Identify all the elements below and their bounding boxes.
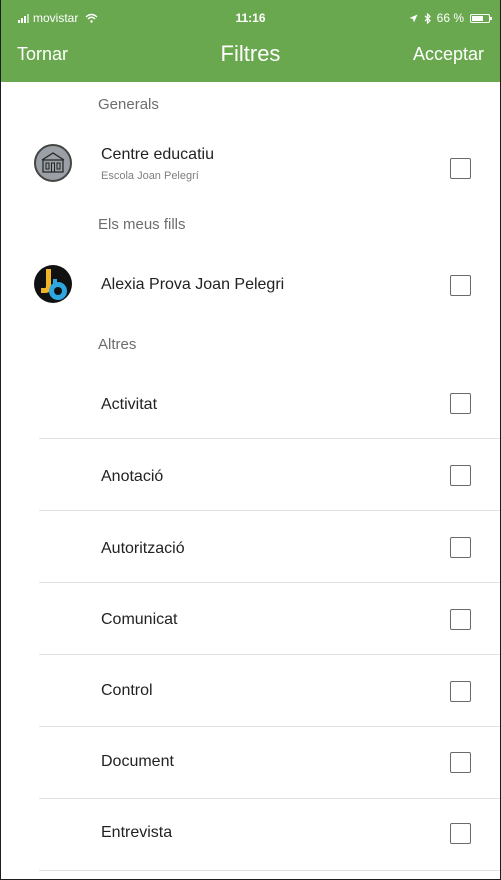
row-divider xyxy=(39,510,500,511)
school-subtitle: Escola Joan Pelegrí xyxy=(101,170,199,182)
row-divider xyxy=(39,654,500,655)
filter-row-activitat[interactable]: Activitat xyxy=(1,368,500,440)
row-divider xyxy=(39,798,500,799)
child-avatar-icon xyxy=(34,265,72,303)
bluetooth-icon xyxy=(424,12,431,24)
filter-checkbox[interactable] xyxy=(450,393,471,414)
filter-row-school[interactable]: Centre educatiu Escola Joan Pelegrí xyxy=(1,140,500,192)
app-header: movistar 11:16 66 % Tornar Filtres Accep… xyxy=(1,0,500,82)
school-checkbox[interactable] xyxy=(450,158,471,179)
filter-checkbox[interactable] xyxy=(450,752,471,773)
location-arrow-icon xyxy=(409,14,418,22)
row-divider xyxy=(39,870,500,871)
filter-row-document[interactable]: Document xyxy=(1,728,500,800)
filter-row-comunicat[interactable]: Comunicat xyxy=(1,584,500,656)
filter-label: Document xyxy=(101,753,174,770)
school-title: Centre educatiu xyxy=(101,146,214,163)
row-divider xyxy=(39,726,500,727)
child-name: Alexia Prova Joan Pelegri xyxy=(101,276,285,293)
filter-label: Comunicat xyxy=(101,611,178,628)
section-header-children: Els meus fills xyxy=(98,216,186,233)
filter-label: Autorització xyxy=(101,540,185,557)
row-divider xyxy=(39,438,500,439)
filter-checkbox[interactable] xyxy=(450,465,471,486)
filter-label: Anotació xyxy=(101,468,164,485)
filter-row-entrevista[interactable]: Entrevista xyxy=(1,800,500,872)
filter-checkbox[interactable] xyxy=(450,537,471,558)
section-header-general: Generals xyxy=(98,96,159,113)
status-bar: movistar 11:16 66 % xyxy=(1,0,500,36)
nav-bar: Tornar Filtres Acceptar xyxy=(1,38,500,78)
child-checkbox[interactable] xyxy=(450,275,471,296)
filter-row-control[interactable]: Control xyxy=(1,656,500,728)
battery-percent: 66 % xyxy=(436,11,464,25)
section-header-others: Altres xyxy=(98,336,137,353)
filter-label: Control xyxy=(101,682,153,699)
school-building-icon xyxy=(34,144,72,182)
filter-row-child[interactable]: Alexia Prova Joan Pelegri xyxy=(1,260,500,310)
filter-label: Activitat xyxy=(101,396,158,413)
filter-label: Entrevista xyxy=(101,824,173,841)
filter-checkbox[interactable] xyxy=(450,681,471,702)
filters-screen: movistar 11:16 66 % Tornar Filtres Accep… xyxy=(0,0,501,880)
filter-checkbox[interactable] xyxy=(450,609,471,630)
row-divider xyxy=(39,582,500,583)
status-right: 66 % xyxy=(409,11,492,25)
accept-button[interactable]: Acceptar xyxy=(413,44,484,65)
battery-icon xyxy=(470,13,492,23)
filter-row-autoritzacio[interactable]: Autorització xyxy=(1,512,500,584)
filter-checkbox[interactable] xyxy=(450,823,471,844)
filter-row-anotacio[interactable]: Anotació xyxy=(1,440,500,512)
